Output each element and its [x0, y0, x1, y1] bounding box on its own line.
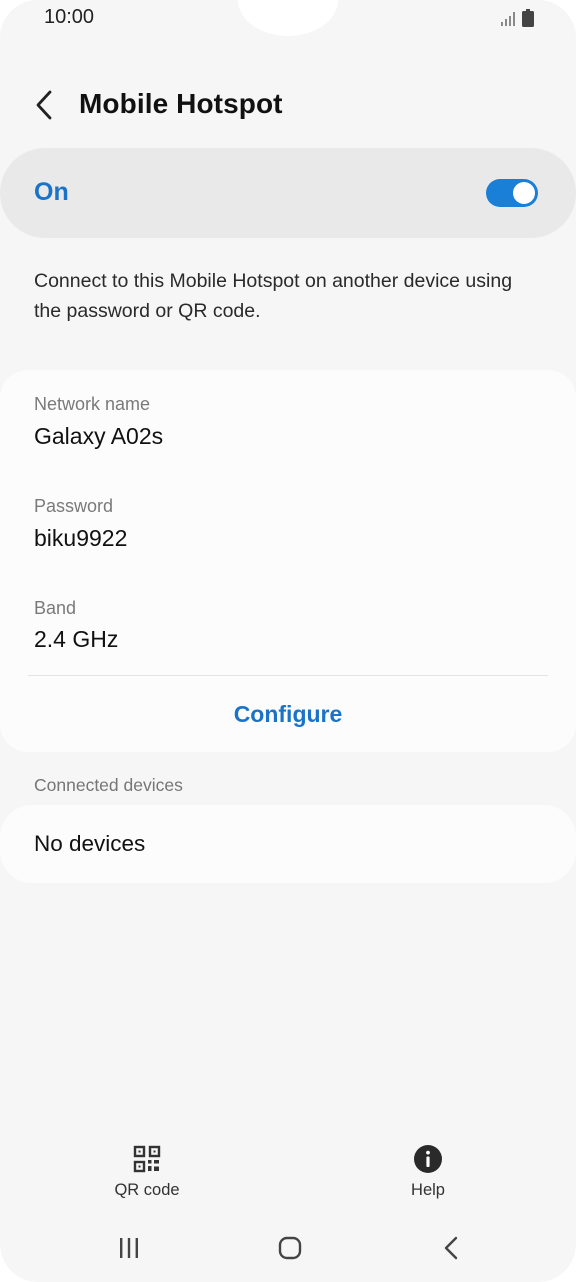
help-button[interactable]: Help [358, 1144, 498, 1204]
password-label: Password [34, 496, 114, 516]
band-value: 2.4 GHz [34, 626, 119, 652]
hotspot-toggle-row[interactable]: On [0, 148, 576, 238]
network-name-label: Network name [34, 394, 151, 414]
app-header: Mobile Hotspot [0, 74, 576, 136]
home-icon[interactable] [270, 1232, 310, 1264]
connected-devices-card: No devices [0, 805, 576, 883]
battery-icon [522, 9, 534, 27]
help-label: Help [411, 1181, 445, 1199]
no-devices-text: No devices [34, 831, 146, 856]
network-details-card: Network name Galaxy A02s Password biku99… [0, 370, 576, 752]
password-value: biku9922 [34, 525, 128, 551]
connected-devices-header: Connected devices [34, 775, 183, 795]
info-icon [414, 1145, 442, 1173]
qr-code-icon [133, 1145, 161, 1173]
qr-code-button[interactable]: QR code [77, 1144, 217, 1204]
hotspot-description: Connect to this Mobile Hotspot on anothe… [34, 270, 513, 322]
back-nav-icon[interactable] [431, 1232, 471, 1264]
camera-notch [238, 0, 338, 36]
phone-screen: 10:00 Mobile Hotspot On Connect to this … [0, 0, 576, 1282]
hotspot-switch[interactable] [486, 179, 538, 207]
band-label: Band [34, 598, 77, 618]
network-name-value: Galaxy A02s [34, 423, 164, 449]
qr-code-label: QR code [114, 1181, 180, 1199]
status-time: 10:00 [44, 6, 95, 28]
chevron-left-icon[interactable] [30, 88, 60, 122]
system-nav-bar [0, 1222, 576, 1276]
page-title: Mobile Hotspot [79, 88, 283, 119]
signal-icon [501, 12, 515, 26]
switch-knob [513, 182, 535, 204]
toggle-label: On [34, 178, 69, 206]
status-icons [500, 9, 534, 27]
configure-button[interactable]: Configure [0, 676, 576, 752]
recents-icon[interactable] [109, 1232, 149, 1264]
